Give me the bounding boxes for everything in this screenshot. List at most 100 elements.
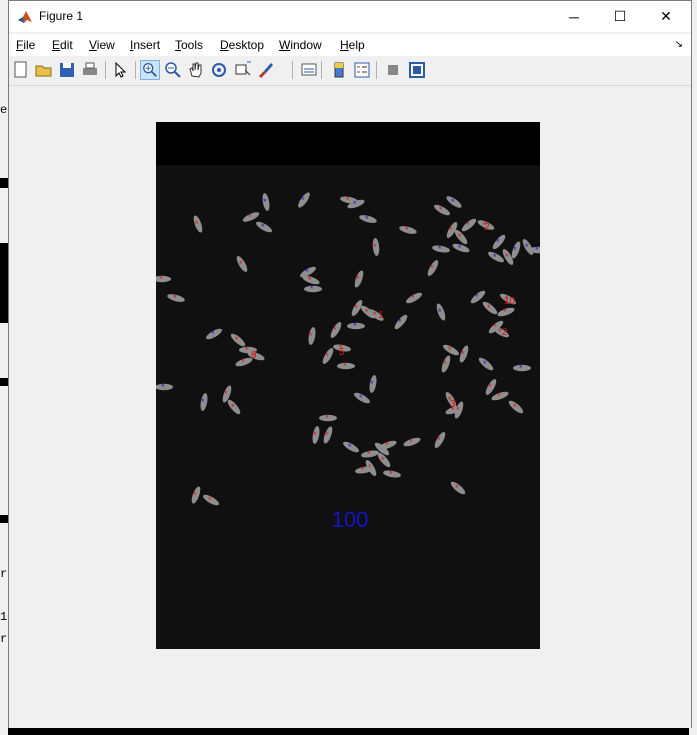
menu-insert[interactable]: Insert: [130, 38, 160, 52]
print-button[interactable]: [80, 60, 100, 80]
link-plot-button[interactable]: [299, 60, 319, 80]
figure-canvas: * * * * * * * * * * * * * * * * * * * * * * * * * * * * * * * * * * * * * * * *…: [9, 86, 691, 728]
image-axes[interactable]: * * * * * * * * * * * * * * * * * * * * * * * * * * * * * * * * * * * * * * * *…: [153, 122, 547, 649]
pointer-button[interactable]: [110, 60, 130, 80]
red-marker: *: [437, 435, 441, 445]
zoom-in-icon: [143, 63, 157, 77]
figure-toolbar: [9, 57, 691, 86]
minimize-button[interactable]: ─: [551, 1, 597, 32]
blue-marker: *: [348, 442, 352, 452]
brush-button[interactable]: [256, 60, 276, 80]
red-marker: *: [241, 357, 245, 367]
red-marker: *: [373, 242, 377, 252]
blue-marker: *: [353, 321, 357, 331]
cell-number-label: 6: [251, 350, 257, 361]
red-marker: *: [325, 413, 329, 423]
menu-desktop[interactable]: Desktop: [220, 38, 264, 52]
red-marker: *: [455, 483, 459, 493]
frame-label: 100: [332, 507, 369, 532]
pointer-icon: [115, 61, 127, 78]
red-marker: *: [488, 382, 492, 392]
blue-marker: *: [451, 197, 455, 207]
menu-label-rest: esktop: [228, 38, 265, 52]
menu-mnemonic: V: [89, 38, 97, 52]
menu-edit[interactable]: Edit: [52, 38, 73, 52]
menu-mnemonic: W: [279, 38, 291, 52]
open-file-button[interactable]: [34, 60, 54, 80]
background-text: r: [0, 632, 8, 646]
menu-file[interactable]: File: [16, 38, 35, 52]
red-marker: *: [333, 325, 337, 335]
dock-arrow-icon[interactable]: ↘: [675, 39, 683, 50]
red-marker: *: [367, 449, 371, 459]
title-bar[interactable]: Figure 1 ─ ☐ ✕: [9, 1, 691, 32]
blue-marker: *: [263, 197, 267, 207]
show-plot-tools-button[interactable]: [407, 60, 427, 80]
blue-marker: *: [398, 317, 402, 327]
menu-label-rest: indow: [290, 38, 322, 52]
pan-hand-icon: [189, 62, 202, 78]
colorbar-button[interactable]: [329, 60, 349, 80]
pan-hand-button[interactable]: [186, 60, 206, 80]
red-marker: *: [173, 293, 177, 303]
red-marker: *: [503, 307, 507, 317]
blue-marker: *: [161, 382, 165, 392]
minimize-icon: ─: [569, 8, 579, 25]
red-marker: *: [405, 225, 409, 235]
menu-view[interactable]: View: [89, 38, 115, 52]
hide-plot-tools-icon: [388, 65, 398, 75]
data-cursor-button[interactable]: [233, 60, 253, 80]
menu-help[interactable]: Help: [340, 38, 365, 52]
background-strip: [0, 178, 8, 188]
cell-number-label: 5: [339, 347, 345, 358]
brush-icon: [259, 63, 273, 78]
blue-marker: *: [301, 195, 305, 205]
new-figure-button[interactable]: [11, 60, 31, 80]
red-marker: *: [439, 205, 443, 215]
red-marker: *: [513, 402, 517, 412]
hide-plot-tools-button[interactable]: [383, 60, 403, 80]
maximize-button[interactable]: ☐: [597, 1, 643, 32]
red-marker: *: [466, 220, 470, 230]
red-marker: *: [343, 361, 347, 371]
menu-mnemonic: D: [220, 38, 229, 52]
background-strip: [0, 515, 8, 523]
blue-marker: *: [370, 379, 374, 389]
red-marker: *: [208, 495, 212, 505]
red-marker: *: [385, 440, 389, 450]
red-marker: *: [487, 303, 491, 313]
menu-label-rest: dit: [60, 38, 73, 52]
red-marker: *: [248, 212, 252, 222]
blue-marker: *: [525, 242, 529, 252]
legend-button[interactable]: [352, 60, 372, 80]
red-marker: *: [239, 259, 243, 269]
menu-label-rest: ools: [181, 38, 204, 52]
red-marker: *: [235, 335, 239, 345]
rotate-3d-button[interactable]: [209, 60, 229, 80]
blue-marker: *: [475, 292, 479, 302]
red-marker: *: [159, 274, 163, 284]
cell-number-label: 3: [450, 399, 456, 410]
zoom-out-icon: [165, 62, 181, 78]
figure-window: Figure 1 ─ ☐ ✕ ↘ File Edit View Insert Tools…: [8, 0, 692, 728]
save-button[interactable]: [57, 60, 77, 80]
toolbar-separator: [135, 61, 136, 79]
menu-tools[interactable]: Tools: [175, 38, 203, 52]
menu-window[interactable]: Window: [279, 38, 322, 52]
red-marker: *: [461, 349, 465, 359]
red-marker: *: [497, 391, 501, 401]
toolbar-separator: [292, 61, 293, 79]
toolbar-separator: [376, 61, 377, 79]
red-marker: *: [430, 263, 434, 273]
red-marker: *: [448, 345, 452, 355]
red-marker: *: [456, 405, 460, 415]
close-button[interactable]: ✕: [643, 1, 689, 32]
blue-marker: *: [493, 252, 497, 262]
menu-bar: ↘ File Edit View Insert Tools Desktop Window He…: [9, 34, 691, 56]
blue-marker: *: [353, 199, 357, 209]
zoom-in-button[interactable]: [140, 60, 160, 80]
blue-marker: *: [458, 243, 462, 253]
close-icon: ✕: [660, 8, 672, 24]
cell-number-label: 1: [378, 310, 384, 321]
zoom-out-button[interactable]: [163, 60, 183, 80]
